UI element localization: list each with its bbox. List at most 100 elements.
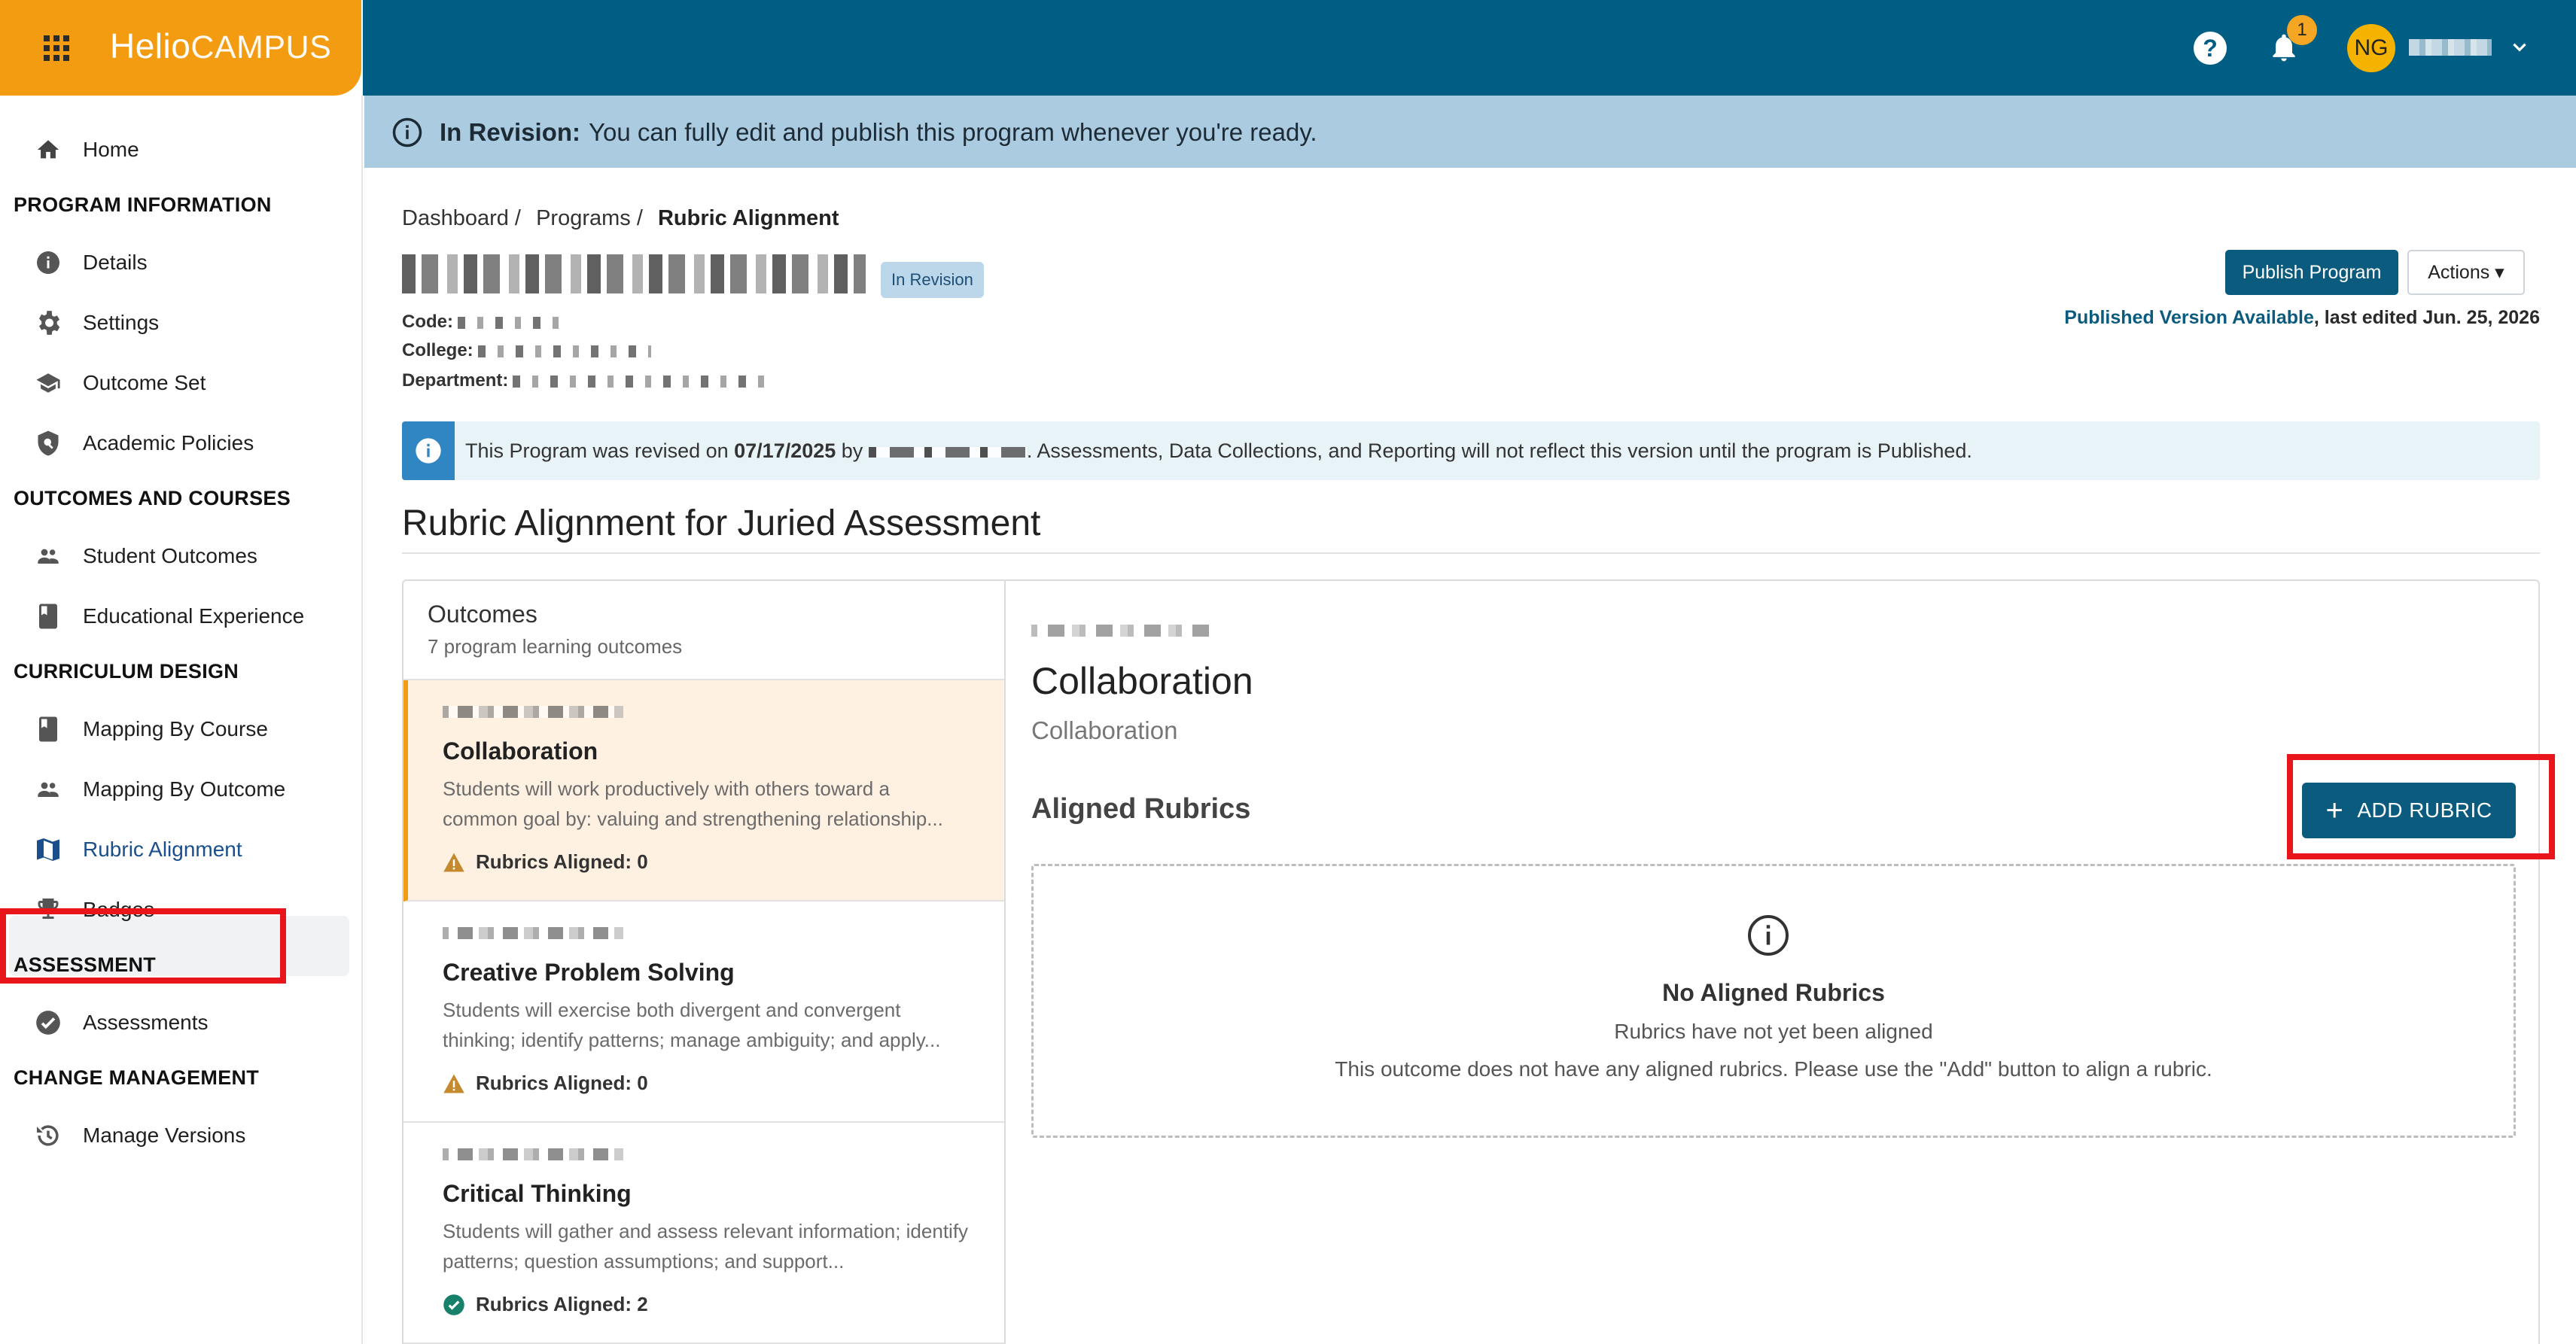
section-outcomes-and-courses: OUTCOMES AND COURSES	[14, 487, 291, 509]
actions-dropdown-button[interactable]: Actions ▾	[2407, 250, 2525, 295]
user-avatar[interactable]: NG	[2347, 24, 2395, 72]
aligned-rubrics-heading: Aligned Rubrics	[1031, 793, 1251, 825]
breadcrumb-dashboard[interactable]: Dashboard /	[402, 206, 521, 230]
breadcrumb: Dashboard / Programs / Rubric Alignment	[402, 206, 848, 231]
outcome-detail: Collaboration Collaboration Aligned Rubr…	[1007, 581, 2555, 1344]
graduation-cap-icon	[33, 368, 63, 398]
outcome-detail-title: Collaboration	[1031, 660, 1253, 702]
outcome-detail-subtitle: Collaboration	[1031, 716, 1178, 744]
brand-header: HelioCAMPUS	[0, 0, 361, 96]
page-title: Rubric Alignment for Juried Assessment	[402, 503, 1041, 543]
notification-badge: 1	[2287, 15, 2317, 45]
info-circle-icon	[33, 248, 63, 278]
outcomes-heading: Outcomes	[428, 601, 537, 628]
outcome-description: Students will gather and assess relevant…	[443, 1220, 969, 1273]
status-badge: In Revision	[881, 262, 984, 298]
breadcrumb-current: Rubric Alignment	[657, 206, 839, 230]
outcome-code-redacted	[1031, 625, 1212, 637]
user-name-redacted[interactable]	[2409, 39, 2492, 56]
top-bar: ? 1 NG	[363, 0, 2576, 96]
check-circle-icon	[33, 1008, 63, 1038]
outcome-aligned-count: Rubrics Aligned: 2	[443, 1293, 648, 1316]
sidebar-item-label: Details	[83, 251, 148, 274]
people-icon	[33, 774, 63, 804]
book-icon	[33, 714, 63, 744]
publish-program-button[interactable]: Publish Program	[2225, 250, 2398, 295]
sidebar-item-label: Educational Experience	[83, 604, 305, 628]
outcome-item-critical-thinking[interactable]: Critical Thinking Students will gather a…	[403, 1123, 1004, 1344]
sidebar-item-student-outcomes[interactable]: Student Outcomes	[0, 526, 363, 586]
sidebar-item-label: Student Outcomes	[83, 544, 257, 567]
outcome-code-redacted	[443, 1148, 623, 1160]
sidebar-item-label: Rubric Alignment	[83, 838, 242, 861]
revision-info-bar: This Program was revised on 07/17/2025 b…	[402, 421, 2540, 480]
sidebar-item-label: Mapping By Outcome	[83, 777, 286, 801]
reviser-name-redacted	[868, 446, 1027, 458]
sidebar-item-manage-versions[interactable]: Manage Versions	[0, 1105, 363, 1166]
rubric-alignment-panel: Outcomes 7 program learning outcomes Col…	[402, 579, 2555, 1344]
check-circle-icon	[443, 1294, 465, 1315]
revision-info-text: This Program was revised on 07/17/2025 b…	[465, 439, 1972, 462]
outcome-aligned-count: Rubrics Aligned: 0	[443, 850, 648, 874]
sidebar-item-label: Academic Policies	[83, 431, 254, 455]
section-change-management: CHANGE MANAGEMENT	[14, 1066, 260, 1089]
sidebar-item-assessments[interactable]: Assessments	[0, 993, 363, 1053]
program-code: Code:	[402, 312, 571, 333]
section-curriculum-design: CURRICULUM DESIGN	[14, 660, 239, 683]
program-title-redacted	[402, 254, 866, 293]
sidebar-item-label: Manage Versions	[83, 1124, 246, 1147]
sidebar-item-label: Assessments	[83, 1011, 209, 1034]
outcome-name: Critical Thinking	[443, 1180, 632, 1207]
empty-state: No Aligned Rubrics Rubrics have not yet …	[1031, 864, 2516, 1138]
empty-state-line: This outcome does not have any aligned r…	[1335, 1057, 2212, 1081]
sidebar: Home PROGRAM INFORMATION Details Setting…	[0, 96, 363, 1344]
book-icon	[33, 601, 63, 631]
info-circle-icon	[402, 421, 455, 480]
sidebar-item-settings[interactable]: Settings	[0, 293, 363, 353]
divider	[402, 552, 2540, 554]
sidebar-item-details[interactable]: Details	[0, 233, 363, 293]
sidebar-item-educational-experience[interactable]: Educational Experience	[0, 586, 363, 646]
outcome-name: Collaboration	[443, 737, 598, 765]
sidebar-item-academic-policies[interactable]: Academic Policies	[0, 413, 363, 473]
outcome-name: Creative Problem Solving	[443, 959, 735, 986]
sidebar-item-label: Outcome Set	[83, 371, 206, 394]
outcomes-subheading: 7 program learning outcomes	[428, 635, 683, 658]
chevron-down-icon[interactable]	[2510, 38, 2529, 57]
info-circle-icon	[392, 117, 422, 147]
sidebar-item-label: Mapping By Course	[83, 717, 268, 740]
logo[interactable]: HelioCAMPUS	[110, 26, 331, 66]
outcome-code-redacted	[443, 927, 623, 939]
info-circle-icon	[1748, 915, 1789, 956]
outcome-description: Students will exercise both divergent an…	[443, 999, 941, 1051]
warning-icon	[443, 852, 465, 873]
help-icon[interactable]: ?	[2194, 32, 2227, 65]
warning-icon	[443, 1073, 465, 1094]
sidebar-item-label: Settings	[83, 311, 160, 334]
empty-state-line: Rubrics have not yet been aligned	[1614, 1020, 1933, 1043]
sidebar-item-mapping-by-course[interactable]: Mapping By Course	[0, 699, 363, 759]
published-version-info: Published Version Available, last edited…	[2064, 307, 2540, 328]
outcomes-list: Outcomes 7 program learning outcomes Col…	[403, 581, 1006, 1344]
outcome-aligned-count: Rubrics Aligned: 0	[443, 1072, 648, 1095]
program-department: Department:	[402, 370, 769, 391]
breadcrumb-programs[interactable]: Programs /	[536, 206, 643, 230]
outcome-item-creative-problem-solving[interactable]: Creative Problem Solving Students will e…	[403, 902, 1004, 1123]
home-icon	[33, 135, 63, 165]
revision-banner: In Revision: You can fully edit and publ…	[364, 96, 2576, 168]
highlight-box-add-rubric	[2287, 754, 2555, 859]
app-grid-icon[interactable]	[44, 35, 69, 61]
gear-icon	[33, 308, 63, 338]
highlight-box-rubric-alignment	[0, 908, 286, 984]
sidebar-item-rubric-alignment[interactable]: Rubric Alignment	[0, 819, 363, 880]
empty-state-title: No Aligned Rubrics	[1662, 979, 1885, 1006]
shield-search-icon	[33, 428, 63, 458]
sidebar-item-home[interactable]: Home	[0, 120, 363, 180]
published-version-link[interactable]: Published Version Available	[2064, 307, 2314, 328]
sidebar-item-mapping-by-outcome[interactable]: Mapping By Outcome	[0, 759, 363, 819]
outcome-item-collaboration[interactable]: Collaboration Students will work product…	[403, 680, 1004, 902]
sidebar-item-label: Home	[83, 138, 139, 161]
section-program-information: PROGRAM INFORMATION	[14, 193, 272, 216]
history-icon	[33, 1121, 63, 1151]
sidebar-item-outcome-set[interactable]: Outcome Set	[0, 353, 363, 413]
